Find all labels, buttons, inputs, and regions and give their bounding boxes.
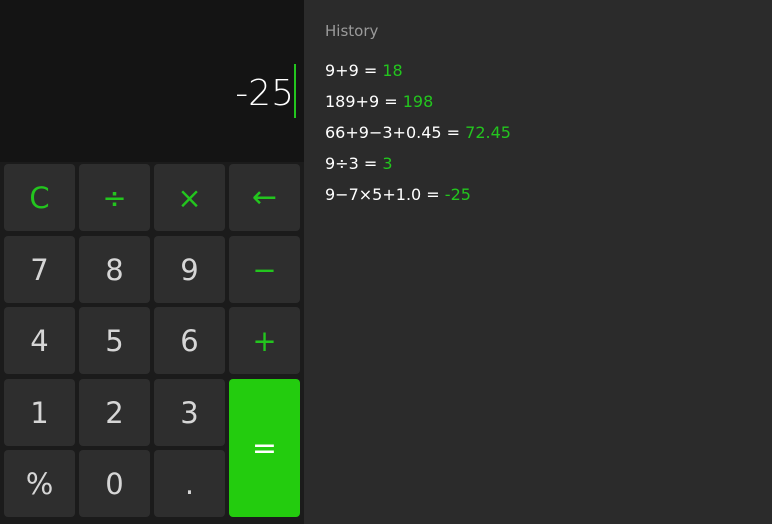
history-expression: 189+9 =: [325, 92, 398, 111]
history-title: History: [325, 22, 379, 40]
history-list: 9+9 = 18 189+9 = 198 66+9−3+0.45 = 72.45…: [325, 60, 511, 215]
display: -25: [0, 0, 304, 162]
history-result: 72.45: [465, 123, 511, 142]
backspace-button[interactable]: ←: [229, 164, 300, 231]
keypad: C ÷ × ← 7 8 9 − 4 5 6 + 1 2 3 = % 0 .: [4, 164, 301, 519]
calculator-panel: -25 C ÷ × ← 7 8 9 − 4 5 6 + 1 2 3 = % 0 …: [0, 0, 304, 524]
history-item[interactable]: 9+9 = 18: [325, 60, 511, 91]
multiply-button[interactable]: ×: [154, 164, 225, 231]
history-result: -25: [444, 185, 471, 204]
history-result: 18: [382, 61, 403, 80]
digit-1-button[interactable]: 1: [4, 379, 75, 446]
history-result: 198: [402, 92, 434, 111]
history-expression: 9+9 =: [325, 61, 378, 80]
text-caret: [294, 64, 296, 118]
digit-2-button[interactable]: 2: [79, 379, 150, 446]
history-expression: 9−7×5+1.0 =: [325, 185, 440, 204]
calculator-app: -25 C ÷ × ← 7 8 9 − 4 5 6 + 1 2 3 = % 0 …: [0, 0, 772, 524]
minus-button[interactable]: −: [229, 236, 300, 303]
digit-5-button[interactable]: 5: [79, 307, 150, 374]
digit-3-button[interactable]: 3: [154, 379, 225, 446]
history-item[interactable]: 189+9 = 198: [325, 91, 511, 122]
equals-button[interactable]: =: [229, 379, 300, 517]
digit-4-button[interactable]: 4: [4, 307, 75, 374]
digit-6-button[interactable]: 6: [154, 307, 225, 374]
history-item[interactable]: 9−7×5+1.0 = -25: [325, 184, 511, 215]
decimal-point-button[interactable]: .: [154, 450, 225, 517]
digit-9-button[interactable]: 9: [154, 236, 225, 303]
divide-button[interactable]: ÷: [79, 164, 150, 231]
digit-0-button[interactable]: 0: [79, 450, 150, 517]
history-panel: History 9+9 = 18 189+9 = 198 66+9−3+0.45…: [304, 0, 772, 524]
history-expression: 9÷3 =: [325, 154, 378, 173]
history-expression: 66+9−3+0.45 =: [325, 123, 461, 142]
digit-7-button[interactable]: 7: [4, 236, 75, 303]
plus-button[interactable]: +: [229, 307, 300, 374]
percent-button[interactable]: %: [4, 450, 75, 517]
history-item[interactable]: 9÷3 = 3: [325, 153, 511, 184]
display-value[interactable]: -25: [235, 70, 294, 118]
clear-button[interactable]: C: [4, 164, 75, 231]
history-result: 3: [382, 154, 393, 173]
digit-8-button[interactable]: 8: [79, 236, 150, 303]
history-item[interactable]: 66+9−3+0.45 = 72.45: [325, 122, 511, 153]
